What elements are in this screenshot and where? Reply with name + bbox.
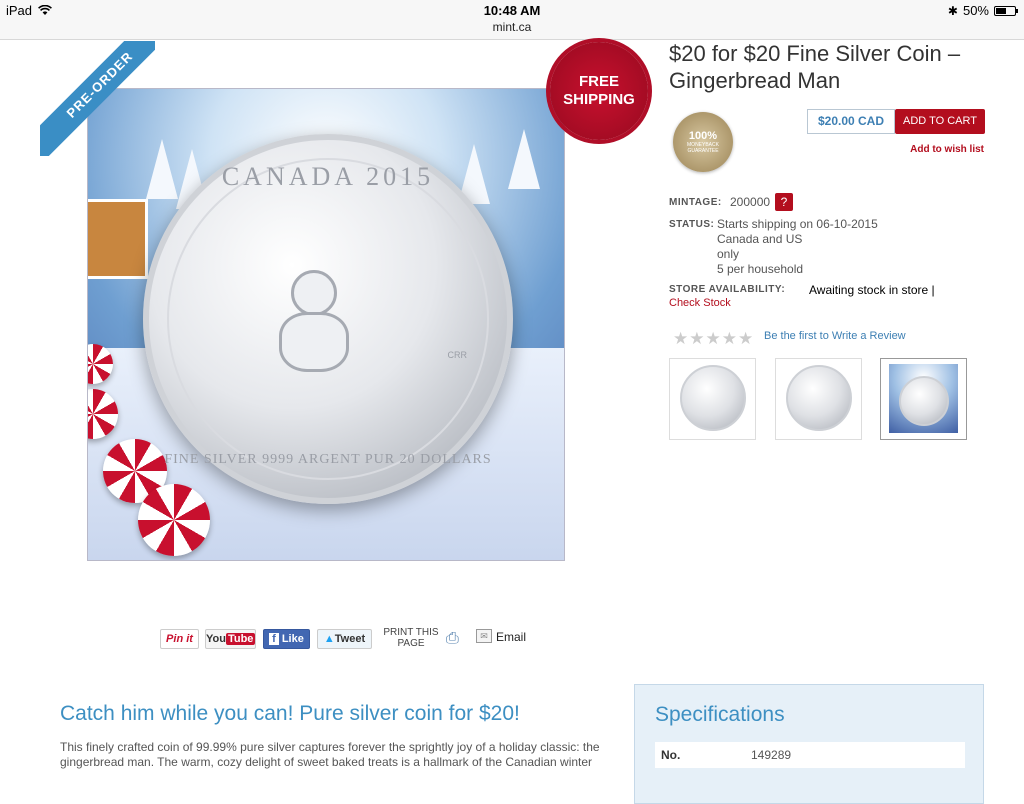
peppermint-candy — [138, 484, 210, 556]
tweet-label: Tweet — [334, 633, 366, 645]
guarantee-percent: 100% — [688, 130, 718, 142]
product-title: $20 for $20 Fine Silver Coin – Gingerbre… — [669, 41, 961, 93]
youtube-you: You — [206, 633, 226, 645]
coin-mark: CRR — [447, 350, 468, 360]
battery-percent: 50% — [962, 3, 989, 18]
facebook-like-label: Like — [281, 633, 304, 645]
free-shipping-line2: SHIPPING — [563, 91, 635, 108]
spec-row: No. 149289 — [655, 742, 965, 768]
spec-value: 149289 — [751, 748, 792, 762]
moneyback-guarantee-badge: 100% MONEYBACK GUARANTEE — [673, 112, 733, 172]
free-shipping-seal: FREE SHIPPING — [550, 42, 648, 140]
product-main-image[interactable]: CANADA 2015 CRR FINE SILVER 9999 ARGENT … — [87, 88, 565, 561]
coin-obverse-thumbnail-icon — [786, 365, 852, 431]
print-page-label[interactable]: PRINT THIS PAGE — [381, 627, 441, 649]
tweet-button[interactable]: ▲Tweet — [317, 629, 372, 649]
description-body: This finely crafted coin of 99.99% pure … — [60, 740, 600, 769]
check-stock-link[interactable]: Check Stock — [669, 297, 731, 309]
status-line: Starts shipping on 06-10-2015 — [717, 217, 878, 231]
coin-scene-thumbnail-icon — [889, 364, 958, 433]
preorder-ribbon-clip: PRE-ORDER — [40, 41, 155, 156]
gingerbread-head — [291, 270, 337, 316]
print-line1: PRINT THIS — [383, 627, 439, 638]
thumbnail-coin-reverse[interactable] — [669, 358, 756, 440]
gingerbread-man-relief — [269, 270, 359, 380]
coin-reverse-thumbnail-icon — [680, 365, 746, 431]
print-line2: PAGE — [397, 638, 425, 649]
printer-icon[interactable]: ⎙ — [446, 630, 459, 648]
status-line: 5 per household — [717, 262, 804, 276]
status-label: STATUS: — [669, 219, 715, 230]
twitter-bird-icon: ▲ — [323, 633, 335, 645]
mini-coin-icon — [899, 376, 949, 426]
pinterest-button[interactable]: Pin it — [160, 629, 199, 649]
clock: 10:48 AM — [483, 3, 541, 18]
store-availability-value: Awaiting stock in store | — [809, 283, 935, 297]
facebook-like-button[interactable]: f Like — [263, 629, 310, 649]
battery-icon — [994, 5, 1018, 16]
envelope-icon[interactable]: ✉ — [476, 629, 492, 643]
status-line: only — [717, 247, 740, 261]
url-bar[interactable]: mint.ca — [0, 20, 1024, 34]
status-right: ✱ 50% — [947, 3, 1018, 18]
add-to-cart-button[interactable]: ADD TO CART — [895, 109, 985, 134]
add-to-wishlist-link[interactable]: Add to wish list — [880, 144, 984, 155]
gingerbread-body — [279, 312, 349, 372]
thumbnail-coin-scene[interactable] — [880, 358, 967, 440]
youtube-tube: Tube — [225, 633, 256, 645]
mintage-value: 200000 — [730, 195, 771, 209]
store-availability-label: STORE AVAILABILITY: — [669, 284, 786, 295]
spec-key: No. — [661, 748, 681, 762]
mintage-help-button[interactable]: ? — [775, 193, 793, 211]
youtube-button[interactable]: You Tube — [205, 629, 256, 649]
facebook-icon: f — [269, 633, 279, 645]
tree-decoration — [508, 129, 540, 189]
guarantee-line2: GUARANTEE — [687, 148, 719, 154]
free-shipping-line1: FREE — [578, 73, 619, 90]
coin-top-text: CANADA 2015 — [221, 162, 435, 191]
status-line: Canada and US — [717, 232, 803, 246]
status-value: Starts shipping on 06-10-2015 Canada and… — [717, 217, 887, 277]
email-link[interactable]: Email — [496, 630, 526, 644]
rating-stars[interactable]: ★★★★★ — [673, 329, 754, 349]
description-heading: Catch him while you can! Pure silver coi… — [60, 702, 520, 725]
silver-coin: CANADA 2015 CRR FINE SILVER 9999 ARGENT … — [143, 134, 513, 504]
bluetooth-icon: ✱ — [947, 3, 958, 18]
coin-bottom-text: FINE SILVER 9999 ARGENT PUR 20 DOLLARS — [164, 452, 492, 467]
mintage-label: MINTAGE: — [669, 197, 722, 208]
ios-status-bar: iPad 10:48 AM mint.ca ✱ 50% — [0, 0, 1024, 40]
specifications-panel: Specifications No. 149289 — [634, 684, 984, 804]
write-review-link[interactable]: Be the first to Write a Review — [764, 330, 906, 342]
thumbnail-coin-obverse[interactable] — [775, 358, 862, 440]
gingerbread-house — [88, 199, 148, 279]
price-box: $20.00 CAD — [807, 109, 895, 134]
specifications-title: Specifications — [655, 703, 785, 726]
preorder-ribbon: PRE-ORDER — [40, 41, 155, 156]
